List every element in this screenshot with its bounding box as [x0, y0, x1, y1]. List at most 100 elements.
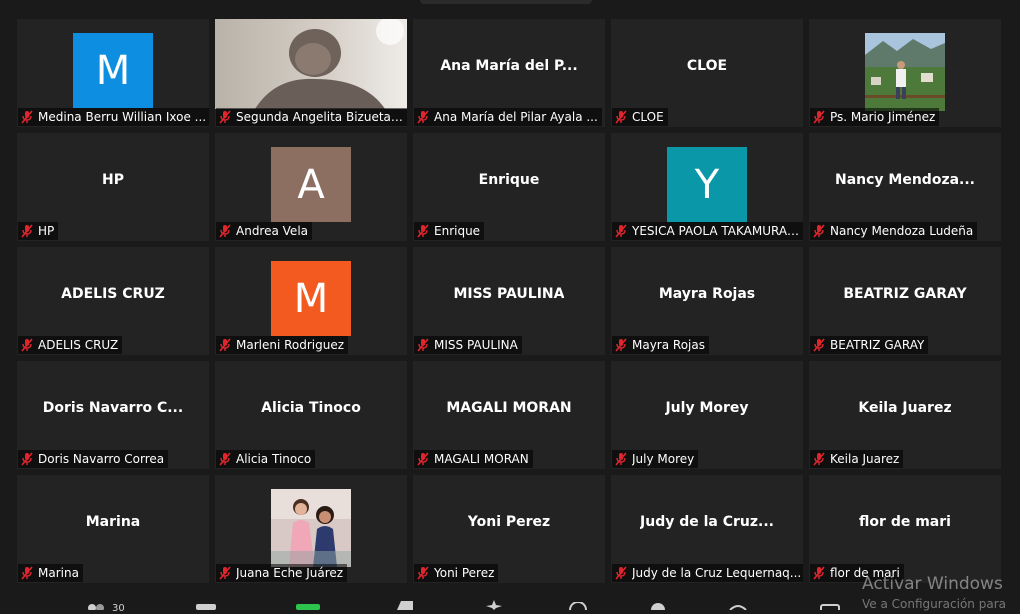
- share-screen-icon[interactable]: [296, 604, 320, 610]
- muted-mic-icon: [417, 452, 429, 466]
- participant-display-name-text: Keila Juarez: [858, 400, 952, 416]
- participant-name-text: Medina Berru Willian Ixoe ...: [38, 110, 207, 124]
- participant-name-text: YESICA PAOLA TAKAMURA ...: [632, 224, 802, 238]
- participant-tile[interactable]: ADELIS CRUZ ADELIS CRUZ: [17, 247, 209, 355]
- record-icon[interactable]: [395, 601, 415, 610]
- participant-name-label: MAGALI MORAN: [414, 450, 533, 468]
- participant-tile[interactable]: July Morey July Morey: [611, 361, 803, 469]
- participant-name-text: July Morey: [632, 452, 695, 466]
- participant-name-text: Keila Juarez: [830, 452, 900, 466]
- muted-mic-icon: [21, 566, 33, 580]
- participant-tile[interactable]: HP HP: [17, 133, 209, 241]
- participant-tile[interactable]: MAGALI MORAN MAGALI MORAN: [413, 361, 605, 469]
- participant-tile[interactable]: flor de mari flor de mari: [809, 475, 1001, 583]
- participant-name-text: ADELIS CRUZ: [38, 338, 119, 352]
- muted-mic-icon: [417, 224, 429, 238]
- participant-name-label: YESICA PAOLA TAKAMURA ...: [612, 222, 803, 240]
- participant-tile[interactable]: Juana Eche Juárez: [215, 475, 407, 583]
- participant-tile[interactable]: MISS PAULINA MISS PAULINA: [413, 247, 605, 355]
- participant-tile[interactable]: Mayra Rojas Mayra Rojas: [611, 247, 803, 355]
- participant-display-name-text: flor de mari: [859, 514, 951, 530]
- participant-name-text: Andrea Vela: [236, 224, 308, 238]
- participant-name-text: Doris Navarro Correa: [38, 452, 165, 466]
- muted-mic-icon: [417, 110, 429, 124]
- participant-name-text: Enrique: [434, 224, 481, 238]
- participants-count: 30: [112, 603, 125, 614]
- muted-mic-icon: [21, 110, 33, 124]
- participant-name-label: July Morey: [612, 450, 699, 468]
- participant-tile[interactable]: Y YESICA PAOLA TAKAMURA ...: [611, 133, 803, 241]
- profile-photo-landscape: [865, 33, 945, 111]
- participant-display-name-text: Enrique: [478, 172, 540, 188]
- participant-tile[interactable]: A Andrea Vela: [215, 133, 407, 241]
- participant-display-name-text: MAGALI MORAN: [446, 400, 572, 416]
- participant-name-text: Juana Eche Juárez: [236, 566, 344, 580]
- participant-name-label: Ana María del Pilar Ayala ...: [414, 108, 602, 126]
- participant-tile[interactable]: Judy de la Cruz... Judy de la Cruz Lequer…: [611, 475, 803, 583]
- participant-name-label: Keila Juarez: [810, 450, 904, 468]
- muted-mic-icon: [21, 224, 33, 238]
- participant-tile[interactable]: Nancy Mendoza... Nancy Mendoza Ludeña: [809, 133, 1001, 241]
- muted-mic-icon: [813, 224, 825, 238]
- avatar: A: [271, 147, 351, 222]
- participant-tile[interactable]: Doris Navarro C... Doris Navarro Correa: [17, 361, 209, 469]
- whiteboard-icon[interactable]: [648, 602, 668, 610]
- participant-name-label: Yoni Perez: [414, 564, 499, 582]
- participant-display-name-text: Judy de la Cruz...: [640, 514, 774, 530]
- windows-activation-title: Activar Windows: [862, 574, 1003, 594]
- participant-name-text: Ana María del Pilar Ayala ...: [434, 110, 598, 124]
- muted-mic-icon: [615, 110, 627, 124]
- participant-name-text: Nancy Mendoza Ludeña: [830, 224, 974, 238]
- muted-mic-icon: [813, 452, 825, 466]
- avatar: Y: [667, 147, 747, 222]
- participant-tile[interactable]: Ps. Mario Jiménez: [809, 19, 1001, 127]
- participant-tile[interactable]: Enrique Enrique: [413, 133, 605, 241]
- participant-tile[interactable]: Segunda Angelita Bizueta L...: [215, 19, 407, 127]
- participant-name-text: Segunda Angelita Bizueta L...: [236, 110, 406, 124]
- participant-name-text: CLOE: [632, 110, 664, 124]
- participant-display-name-text: Nancy Mendoza...: [834, 172, 975, 188]
- top-toolbar-handle[interactable]: [420, 0, 592, 4]
- participant-display-name-text: Yoni Perez: [467, 514, 551, 530]
- participant-tile[interactable]: BEATRIZ GARAY BEATRIZ GARAY: [809, 247, 1001, 355]
- participant-name-label: Ps. Mario Jiménez: [810, 108, 940, 126]
- windows-activation-subtitle: Ve a Configuración para: [862, 597, 1006, 611]
- more-icon[interactable]: [728, 604, 748, 610]
- muted-mic-icon: [615, 338, 627, 352]
- participant-display-name-text: HP: [102, 172, 124, 188]
- participant-display-name-text: Ana María del P...: [440, 58, 578, 74]
- profile-photo: [865, 33, 945, 111]
- reactions-icon[interactable]: [484, 600, 504, 610]
- muted-mic-icon: [813, 338, 825, 352]
- participant-name-text: Judy de la Cruz Lequernaq...: [632, 566, 802, 580]
- participant-name-label: Marleni Rodriguez: [216, 336, 349, 354]
- participant-tile[interactable]: CLOE CLOE: [611, 19, 803, 127]
- participant-tile[interactable]: M Marleni Rodriguez: [215, 247, 407, 355]
- participant-tile[interactable]: Yoni Perez Yoni Perez: [413, 475, 605, 583]
- participant-tile[interactable]: Ana María del P... Ana María del Pilar Ay…: [413, 19, 605, 127]
- muted-mic-icon: [615, 452, 627, 466]
- participant-display-name-text: July Morey: [665, 400, 749, 416]
- participant-name-label: Marina: [18, 564, 83, 582]
- participant-name-label: Doris Navarro Correa: [18, 450, 169, 468]
- participant-tile[interactable]: Marina Marina: [17, 475, 209, 583]
- participant-name-label: HP: [18, 222, 59, 240]
- participant-name-text: MAGALI MORAN: [434, 452, 529, 466]
- participant-name-text: MISS PAULINA: [434, 338, 518, 352]
- participant-display-name-text: ADELIS CRUZ: [61, 286, 165, 302]
- avatar: M: [271, 261, 351, 336]
- participant-name-label: Andrea Vela: [216, 222, 312, 240]
- chat-icon[interactable]: [196, 604, 216, 610]
- participant-name-text: Mayra Rojas: [632, 338, 705, 352]
- captions-icon[interactable]: [820, 604, 840, 610]
- apps-icon[interactable]: [568, 602, 588, 610]
- participant-tile[interactable]: Alicia Tinoco Alicia Tinoco: [215, 361, 407, 469]
- participant-tile[interactable]: M Medina Berru Willian Ixoe ...: [17, 19, 209, 127]
- participant-display-name-text: MISS PAULINA: [453, 286, 565, 302]
- muted-mic-icon: [615, 224, 627, 238]
- participant-name-text: BEATRIZ GARAY: [830, 338, 925, 352]
- participants-icon[interactable]: [86, 602, 106, 610]
- participant-name-text: Yoni Perez: [434, 566, 495, 580]
- participant-name-text: HP: [38, 224, 55, 238]
- participant-tile[interactable]: Keila Juarez Keila Juarez: [809, 361, 1001, 469]
